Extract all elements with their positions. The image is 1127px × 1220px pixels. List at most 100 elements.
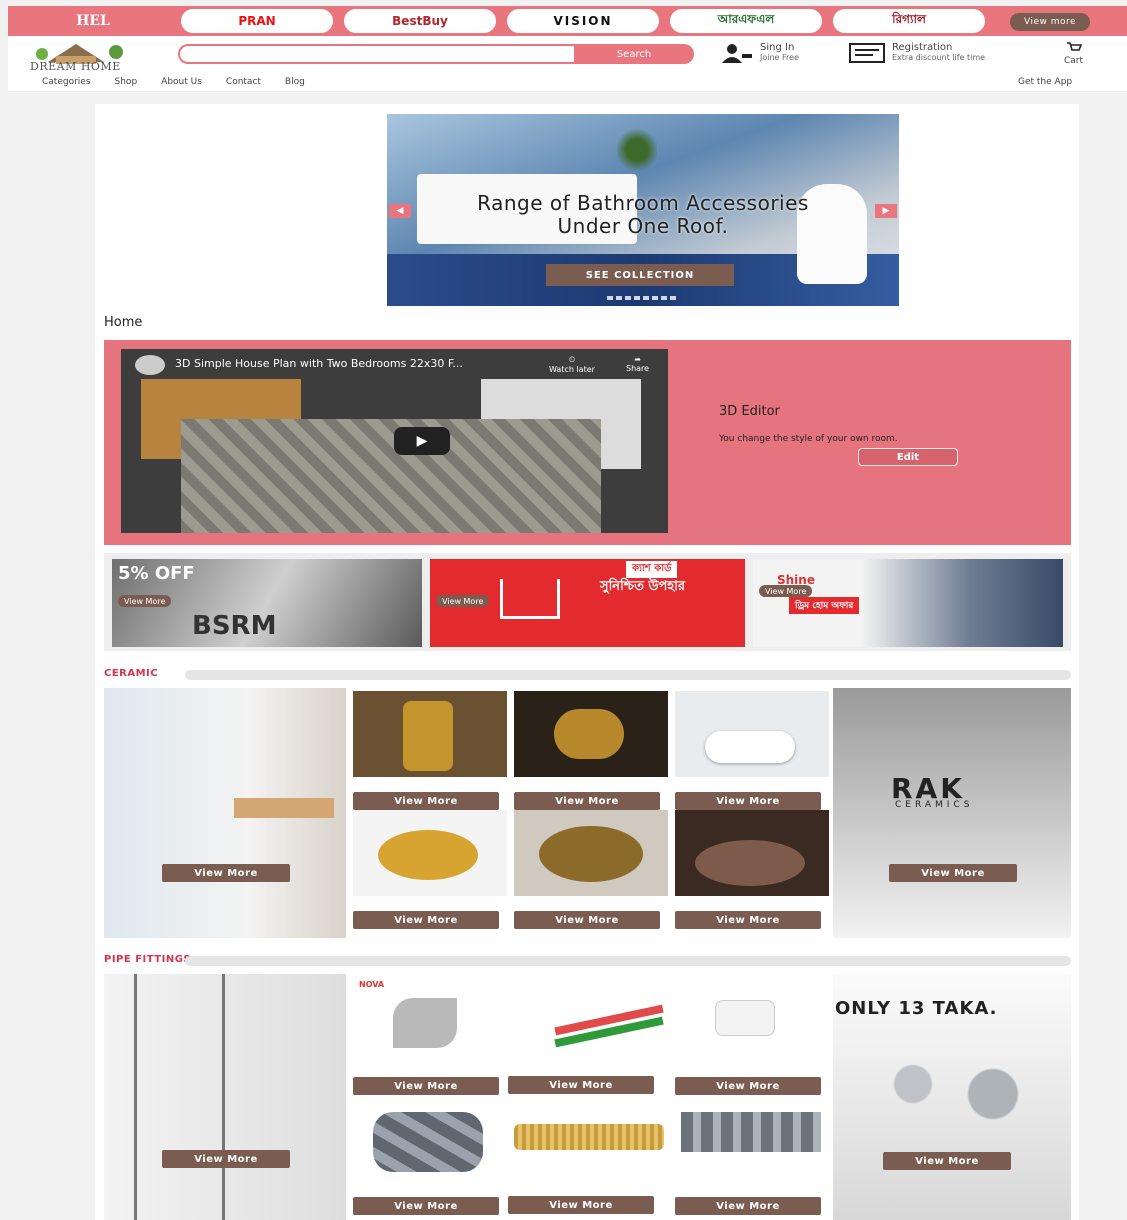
gold-basin-view-more[interactable]: View More xyxy=(353,911,499,929)
gold-commode-view-more[interactable]: View More xyxy=(514,792,660,810)
brass-nipple-view-more[interactable]: View More xyxy=(508,1196,654,1214)
brands-view-more-button[interactable]: View more xyxy=(1010,13,1090,31)
nav-blog[interactable]: Blog xyxy=(285,77,305,87)
youtube-video[interactable]: 3D Simple House Plan with Two Bedrooms 2… xyxy=(121,349,668,533)
slider-dot[interactable] xyxy=(625,296,631,300)
watch-later-label: Watch later xyxy=(549,365,595,374)
gold-commode-tile[interactable] xyxy=(514,691,668,777)
only-13-taka-tile[interactable]: ONLY 13 TAKA. View More xyxy=(833,974,1071,1220)
brand-pill-regal[interactable]: রিগ্যাল xyxy=(833,9,985,33)
banner-bsrm-view-more[interactable]: View More xyxy=(118,595,172,607)
breadcrumb-home[interactable]: Home xyxy=(104,315,142,330)
video-floor xyxy=(181,419,601,533)
banner-bsrm[interactable]: 5% OFF BSRM View More xyxy=(112,559,422,647)
slider-dot[interactable] xyxy=(670,296,676,300)
3d-editor-description: You change the style of your own room. xyxy=(719,434,898,444)
banner-cash-card[interactable]: ক্যাশ কার্ড সুনিশ্চিত উপহার View More xyxy=(430,559,745,647)
slider-dot[interactable] xyxy=(652,296,658,300)
gi-fittings-set-image xyxy=(681,1112,821,1152)
cart-icon xyxy=(1066,42,1082,51)
gi-pipes-tile[interactable] xyxy=(353,1098,507,1186)
elbow-fitting-tile[interactable]: NOVA xyxy=(353,976,507,1064)
tee-fitting-image xyxy=(715,1000,775,1036)
brand-pill-vision[interactable]: VISION xyxy=(507,9,659,33)
mosaic-basin-tile[interactable] xyxy=(514,810,668,896)
nav-categories[interactable]: Categories xyxy=(42,77,91,87)
mosaic-basin-view-more[interactable]: View More xyxy=(514,911,660,929)
rak-logo-subtext: CERAMICS xyxy=(895,800,974,810)
registration-subtitle: Extra discount life time xyxy=(892,53,986,62)
slider-headline-line2: Under One Roof. xyxy=(557,214,729,238)
ceramic-bathroom-tile[interactable]: View More xyxy=(104,688,346,938)
slider-dot[interactable] xyxy=(616,296,622,300)
banner-shine[interactable]: Shine ড্রিম হোম অফার View More xyxy=(753,559,1063,647)
tee-fitting-view-more[interactable]: View More xyxy=(675,1077,821,1095)
stone-basin-view-more[interactable]: View More xyxy=(675,911,821,929)
brand-pill-pran[interactable]: PRAN xyxy=(181,9,333,33)
banner-shine-offer: ড্রিম হোম অফার xyxy=(789,597,860,614)
hero-slider[interactable]: Range of Bathroom Accessories Under One … xyxy=(387,114,899,306)
gold-toilet-tile[interactable] xyxy=(353,691,507,777)
ppr-pipes-tile[interactable] xyxy=(514,976,668,1064)
rak-view-more[interactable]: View More xyxy=(889,864,1017,882)
pipe-diagram-view-more[interactable]: View More xyxy=(162,1150,290,1168)
search-input[interactable] xyxy=(178,44,578,64)
brand-home-logo[interactable]: HEL xyxy=(18,13,168,29)
gi-fittings-set-view-more[interactable]: View More xyxy=(675,1197,821,1215)
nav-shop[interactable]: Shop xyxy=(115,77,138,87)
get-app-link[interactable]: Get the App xyxy=(1018,77,1072,87)
signin-text: Sing In Joine Free xyxy=(760,43,799,63)
brass-nipple-tile[interactable] xyxy=(514,1098,668,1186)
ceramic-bathroom-view-more[interactable]: View More xyxy=(162,864,290,882)
share-label: Share xyxy=(626,364,650,373)
logo-text: DREAM HOME xyxy=(30,60,121,73)
brand-pill-bestbuy[interactable]: BestBuy xyxy=(344,9,496,33)
brand-pill-rfl[interactable]: আরএফএল xyxy=(670,9,822,33)
registration-link[interactable]: Registration Extra discount life time xyxy=(848,42,985,64)
gi-pipes-image xyxy=(373,1112,483,1172)
search-button[interactable]: Search xyxy=(574,44,694,64)
promo-banners: 5% OFF BSRM View More ক্যাশ কার্ড সুনিশ্… xyxy=(104,553,1071,651)
rak-ceramics-tile[interactable]: RAK CERAMICS View More xyxy=(833,688,1071,938)
gi-pipes-view-more[interactable]: View More xyxy=(353,1197,499,1215)
watch-later-button[interactable]: ⏲ Watch later xyxy=(549,355,595,374)
nav-contact[interactable]: Contact xyxy=(226,77,261,87)
signin-title: Sing In xyxy=(760,42,795,53)
elbow-fitting-view-more[interactable]: View More xyxy=(353,1077,499,1095)
edit-button[interactable]: Edit xyxy=(858,448,958,466)
stone-basin-tile[interactable] xyxy=(675,810,829,896)
slider-dot[interactable] xyxy=(607,296,613,300)
slider-dot[interactable] xyxy=(661,296,667,300)
see-collection-button[interactable]: SEE COLLECTION xyxy=(546,264,734,286)
ppr-pipes-view-more[interactable]: View More xyxy=(508,1076,654,1094)
pipe-diagram-tile[interactable]: View More xyxy=(104,974,346,1220)
main-panel: Range of Bathroom Accessories Under One … xyxy=(95,104,1079,1220)
play-icon[interactable]: ▶ xyxy=(394,427,450,455)
only-13-taka-view-more[interactable]: View More xyxy=(883,1152,1011,1170)
banner-shine-view-more[interactable]: View More xyxy=(759,585,813,597)
stone-basin-image xyxy=(695,840,805,886)
cart-link[interactable]: Cart xyxy=(1064,42,1083,66)
elbow-fitting-image xyxy=(393,998,457,1048)
ceramic-heading: CERAMIC xyxy=(104,668,159,679)
tee-fitting-tile[interactable] xyxy=(675,976,829,1064)
bathtub-image xyxy=(705,731,795,763)
slider-dot[interactable] xyxy=(643,296,649,300)
share-button[interactable]: ➦ Share xyxy=(626,355,649,373)
signin-link[interactable]: Sing In Joine Free xyxy=(720,42,799,64)
slider-dot[interactable] xyxy=(634,296,640,300)
gold-toilet-view-more[interactable]: View More xyxy=(353,792,499,810)
slider-headline: Range of Bathroom Accessories Under One … xyxy=(387,192,899,238)
gold-basin-tile[interactable] xyxy=(353,810,507,896)
gi-fittings-set-tile[interactable] xyxy=(675,1098,829,1186)
banner-cash-view-more[interactable]: View More xyxy=(436,595,490,607)
slider-next-arrow[interactable]: ▶ xyxy=(875,204,897,218)
bathtub-tile[interactable] xyxy=(675,691,829,777)
video-title[interactable]: 3D Simple House Plan with Two Bedrooms 2… xyxy=(175,357,463,370)
slider-prev-arrow[interactable]: ◀ xyxy=(389,204,411,218)
slider-dots xyxy=(607,296,676,300)
channel-avatar[interactable] xyxy=(135,355,165,375)
slider-plant-image xyxy=(617,120,657,180)
nav-about[interactable]: About Us xyxy=(161,77,202,87)
bathtub-view-more[interactable]: View More xyxy=(675,792,821,810)
